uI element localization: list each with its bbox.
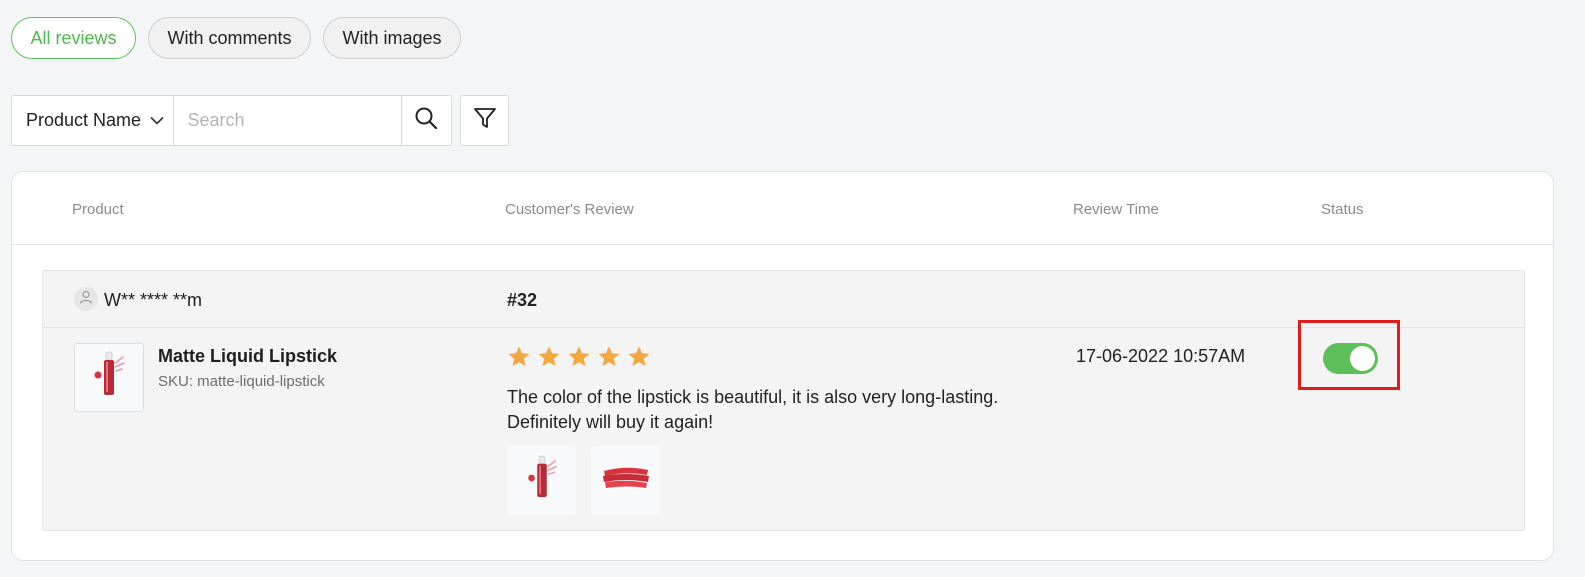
- tab-all-reviews[interactable]: All reviews: [11, 17, 136, 59]
- review-time: 17-06-2022 10:57AM: [1076, 346, 1246, 366]
- star-icon: [508, 346, 530, 366]
- search-bar: Product Name: [11, 95, 452, 146]
- search-field-label: Product Name: [26, 110, 142, 130]
- reviewer-name: W** **** **m: [104, 290, 203, 310]
- star-icon: [598, 346, 620, 366]
- tab-with-images[interactable]: With images: [323, 17, 461, 59]
- filter-icon: [473, 106, 497, 135]
- product-sku: SKU: matte-liquid-lipstick: [158, 373, 325, 390]
- star-icon: [628, 346, 650, 366]
- review-text: The color of the lipstick is beautiful, …: [507, 387, 999, 432]
- search-button[interactable]: [400, 96, 451, 145]
- avatar: [74, 287, 98, 311]
- review-image-lipstick[interactable]: [507, 446, 576, 515]
- product-name[interactable]: Matte Liquid Lipstick: [158, 346, 337, 367]
- star-icon: [568, 346, 590, 366]
- user-icon: [79, 290, 93, 309]
- review-id: #32: [507, 290, 538, 310]
- column-header-product: Product: [72, 201, 124, 218]
- column-header-time: Review Time: [1073, 201, 1159, 218]
- lipstick-tube-icon: [523, 453, 561, 508]
- lipstick-icon: [89, 349, 129, 406]
- chevron-down-icon: [150, 116, 164, 125]
- tab-with-comments[interactable]: With comments: [148, 17, 311, 59]
- filter-button[interactable]: [460, 95, 509, 146]
- lipstick-swatch-icon: [600, 463, 652, 498]
- search-field-select[interactable]: Product Name: [12, 96, 174, 145]
- search-icon: [414, 106, 438, 135]
- review-images: [507, 446, 660, 515]
- column-header-status: Status: [1321, 201, 1364, 218]
- product-thumbnail[interactable]: [74, 343, 144, 412]
- table-header: Product Customer's Review Review Time St…: [12, 172, 1553, 245]
- review-row: W** **** **m #32 Matte Liquid Lipstick S…: [42, 270, 1525, 531]
- highlight-box: [1298, 320, 1400, 390]
- review-image-swatch[interactable]: [591, 446, 660, 515]
- column-header-review: Customer's Review: [505, 201, 634, 218]
- star-icon: [538, 346, 560, 366]
- star-rating: [507, 345, 651, 369]
- search-input[interactable]: [173, 96, 401, 145]
